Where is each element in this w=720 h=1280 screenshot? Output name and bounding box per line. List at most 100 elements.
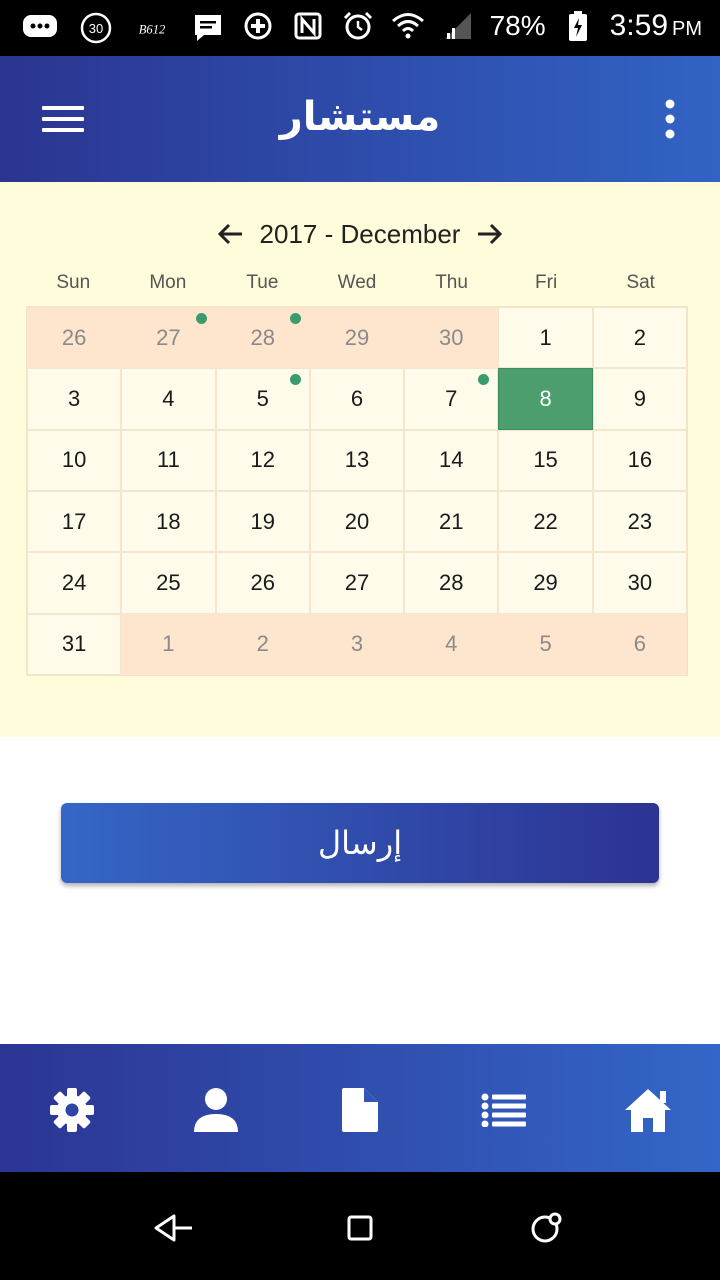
alarm-icon (340, 8, 376, 44)
arrow-left-icon (217, 223, 242, 245)
calendar-day[interactable]: 26 (215, 552, 310, 614)
calendar-month-title: 2017 - December (260, 219, 461, 250)
day-number: 14 (439, 447, 464, 473)
next-month-button[interactable] (474, 218, 506, 250)
calendar-day-other-month[interactable]: 27 (121, 307, 216, 369)
calendar-day-other-month[interactable]: 26 (27, 307, 122, 369)
system-back-button[interactable] (152, 1206, 196, 1250)
weekday-label: Thu (435, 272, 468, 293)
battery-percent: 78% (489, 10, 546, 41)
home-icon (625, 1089, 671, 1132)
calendar-day[interactable]: 9 (592, 368, 687, 430)
calendar-day[interactable]: 18 (121, 490, 216, 553)
weekday-label: Sun (56, 272, 91, 293)
calendar-day[interactable]: 20 (309, 490, 405, 553)
more-vert-icon (665, 99, 675, 139)
calendar-day[interactable]: 25 (121, 552, 216, 614)
day-number: 1 (162, 631, 175, 657)
calendar-separator: - (317, 218, 341, 249)
nav-home[interactable] (620, 1084, 676, 1136)
calendar-day[interactable]: 21 (404, 490, 499, 553)
calendar-day[interactable]: 19 (215, 490, 310, 553)
prev-month-button[interactable] (214, 218, 246, 250)
calendar-day-other-month[interactable]: 5 (498, 613, 593, 675)
day-number: 15 (533, 447, 558, 473)
calendar-day[interactable]: 30 (592, 552, 687, 614)
day-number: 2 (633, 324, 646, 350)
calendar-day[interactable]: 10 (27, 429, 122, 491)
recents-square-icon (347, 1215, 373, 1241)
nav-profile[interactable] (188, 1084, 244, 1136)
day-number: 27 (156, 324, 181, 350)
event-dot-icon (289, 313, 301, 324)
weekday-row: Sun Mon Tue Wed Thu Fri Sat (26, 272, 688, 294)
calendar-day[interactable]: 4 (121, 368, 216, 430)
nav-list[interactable] (476, 1084, 532, 1136)
calendar-day-other-month[interactable]: 6 (592, 613, 687, 675)
calendar-day[interactable]: 28 (404, 552, 499, 614)
calendar-day[interactable]: 23 (592, 490, 687, 553)
system-recents-button[interactable] (338, 1206, 382, 1250)
calendar-panel: 2017 - December Sun Mon Tue Wed Thu Fri Sat 26… (0, 182, 720, 737)
weekday-label: Mon (149, 272, 187, 293)
nav-settings[interactable] (44, 1084, 100, 1136)
calendar-day[interactable]: 3 (27, 368, 122, 430)
calendar-day[interactable]: 14 (404, 429, 499, 491)
calendar-day[interactable]: 15 (498, 429, 593, 491)
document-icon (342, 1088, 378, 1132)
calendar-day-other-month[interactable]: 28 (215, 307, 310, 369)
day-number: 5 (539, 631, 552, 657)
day-number: 13 (344, 447, 370, 473)
calendar-day[interactable]: 16 (592, 429, 687, 491)
calendar-day-other-month[interactable]: 3 (309, 613, 405, 675)
calendar-day[interactable]: 2 (592, 307, 687, 369)
calendar-grid: 26 27 28 29 30 1 2 3 4 5 6 7 8 9 10 11 12 13 14 15 16 17 18 19 2… (26, 306, 688, 676)
more-options-button[interactable] (656, 98, 684, 140)
day-number: 20 (344, 508, 370, 534)
day-number: 17 (61, 508, 87, 534)
calendar-day[interactable]: 29 (498, 552, 593, 614)
calendar-day-selected[interactable]: 8 (498, 368, 593, 430)
calendar-day[interactable]: 17 (27, 490, 122, 553)
status-left-icons: 30 B612 (22, 10, 226, 46)
system-home-button[interactable] (524, 1206, 568, 1250)
calendar-day-other-month[interactable]: 29 (309, 307, 405, 369)
app-screen: 30 B612 78% 3:59 PM مستشار 2017 - Decemb… (0, 0, 720, 1280)
calendar-day-other-month[interactable]: 4 (404, 613, 499, 675)
calendar-day[interactable]: 1 (498, 307, 593, 369)
day-number: 28 (439, 569, 464, 595)
calendar-day[interactable]: 12 (215, 429, 310, 491)
page-title: مستشار (279, 94, 441, 140)
calendar-day[interactable]: 6 (309, 368, 405, 430)
day-number: 3 (68, 385, 81, 411)
day-number: 12 (250, 447, 275, 473)
chat-bubble-icon (22, 10, 58, 46)
calendar-day[interactable]: 24 (27, 552, 122, 614)
calendar-day[interactable]: 11 (121, 429, 216, 491)
day-number: 5 (256, 385, 269, 411)
b612-text: B612 (139, 22, 166, 36)
calendar-day[interactable]: 22 (498, 490, 593, 553)
badge-30-icon: 30 (78, 10, 114, 46)
arrow-right-icon (478, 223, 503, 245)
calendar-day[interactable]: 13 (309, 429, 405, 491)
calendar-day-other-month[interactable]: 2 (215, 613, 310, 675)
calendar-day[interactable]: 7 (404, 368, 499, 430)
calendar-day-other-month[interactable]: 30 (404, 307, 499, 369)
event-dot-icon (289, 374, 301, 386)
app-bar: مستشار (0, 56, 720, 182)
day-number: 26 (61, 324, 87, 350)
day-number: 22 (533, 508, 558, 534)
calendar-day[interactable]: 27 (309, 552, 405, 614)
bottom-nav (0, 1044, 720, 1172)
back-triangle-icon (154, 1214, 192, 1242)
home-circle-icon (531, 1212, 562, 1243)
day-number: 29 (344, 324, 370, 350)
nav-documents[interactable] (332, 1084, 388, 1136)
calendar-day[interactable]: 5 (215, 368, 310, 430)
calendar-day-other-month[interactable]: 1 (121, 613, 216, 675)
calendar-day[interactable]: 31 (27, 613, 122, 675)
day-number: 31 (61, 631, 87, 657)
day-number: 11 (157, 447, 180, 473)
send-button[interactable]: إرسال (61, 803, 659, 883)
